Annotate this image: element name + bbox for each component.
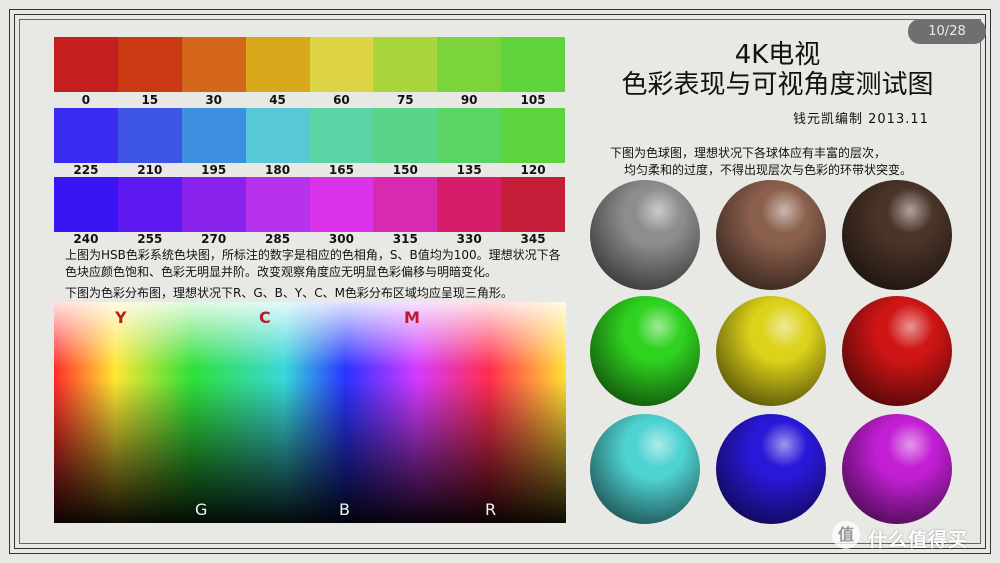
hue-labels-row-3: 240 255 270 285 300 315 330 345 xyxy=(54,232,565,246)
hue-labels-row-1: 0 15 30 45 60 75 90 105 xyxy=(54,93,565,107)
gradient-label-blue: B xyxy=(339,500,350,519)
sphere-brown xyxy=(716,180,826,290)
hue-swatch xyxy=(54,177,118,232)
hue-label: 90 xyxy=(460,93,478,107)
author-date: 钱元凯编制 2013.11 xyxy=(793,112,929,127)
hue-label: 15 xyxy=(141,93,159,107)
sphere-description-line: 下图为色球图，理想状况下各球体应有丰富的层次， xyxy=(610,146,887,160)
hue-swatch xyxy=(437,177,502,232)
hue-swatch xyxy=(245,108,310,163)
sphere-blue xyxy=(716,414,826,524)
gradient-label-magenta: M xyxy=(404,308,420,327)
hue-label: 345 xyxy=(520,232,546,246)
hue-swatch xyxy=(117,108,182,163)
hue-labels-row-2: 225 210 195 180 165 150 135 120 xyxy=(54,163,565,177)
hue-swatch xyxy=(181,177,246,232)
hue-label: 165 xyxy=(328,163,354,177)
hue-label: 135 xyxy=(456,163,482,177)
hue-swatch xyxy=(373,108,438,163)
hue-swatch xyxy=(181,37,246,92)
hue-label: 255 xyxy=(137,232,163,246)
hue-label: 210 xyxy=(137,163,163,177)
hue-swatch xyxy=(437,37,502,92)
hue-swatch xyxy=(437,108,502,163)
hue-swatch-row-2 xyxy=(54,108,565,163)
sphere-gray xyxy=(590,180,700,290)
hue-swatch xyxy=(54,108,118,163)
hue-swatch xyxy=(309,177,374,232)
hue-label: 240 xyxy=(73,232,99,246)
hue-swatch xyxy=(373,177,438,232)
hue-label: 60 xyxy=(333,93,350,107)
hue-swatch xyxy=(117,37,182,92)
hue-label: 315 xyxy=(392,232,418,246)
hue-label: 285 xyxy=(265,232,291,246)
watermark-text: 什么值得买 xyxy=(868,529,969,551)
hue-swatch xyxy=(309,37,374,92)
sphere-red xyxy=(842,296,952,406)
hue-swatch xyxy=(245,37,310,92)
hue-label: 270 xyxy=(201,232,227,246)
hue-swatch xyxy=(501,37,565,92)
sphere-dark-brown xyxy=(842,180,952,290)
hue-swatch xyxy=(501,177,565,232)
hue-label: 105 xyxy=(520,93,546,107)
title-line-2: 色彩表现与可视角度测试图 xyxy=(621,70,934,100)
gradient-description: 下图为色彩分布图，理想状况下R、G、B、Y、C、M色彩分布区域均应呈现三角形。 xyxy=(65,286,513,300)
sphere-magenta xyxy=(842,414,952,524)
hue-swatch xyxy=(181,108,246,163)
hue-label: 225 xyxy=(73,163,99,177)
gradient-label-red: R xyxy=(485,500,497,519)
sphere-yellow xyxy=(716,296,826,406)
hue-swatch xyxy=(309,108,374,163)
hue-label: 300 xyxy=(328,232,354,246)
hue-description: 上图为HSB色彩系统色块图，所标注的数字是相应的色相角，S、B值均为100。理想… xyxy=(65,248,561,279)
hue-swatch-row-3 xyxy=(54,177,565,232)
sphere-description: 下图为色球图，理想状况下各球体应有丰富的层次， 均匀柔和的过度，不得出现层次与色… xyxy=(610,145,980,179)
sphere-description-line: 均匀柔和的过度，不得出现层次与色彩的环带状突变。 xyxy=(624,163,913,177)
hue-label: 195 xyxy=(201,163,227,177)
hue-label: 30 xyxy=(205,93,223,107)
hue-label: 0 xyxy=(81,93,91,107)
hue-label: 330 xyxy=(456,232,482,246)
hue-swatch xyxy=(117,177,182,232)
gradient-label-yellow: Y xyxy=(115,308,127,327)
hue-swatch xyxy=(501,108,565,163)
hue-label: 75 xyxy=(396,93,414,107)
gradient-label-cyan: C xyxy=(259,308,271,327)
sphere-green xyxy=(590,296,700,406)
hue-swatch xyxy=(373,37,438,92)
sphere-cyan xyxy=(590,414,700,524)
hue-swatch-row-1 xyxy=(54,37,565,92)
gradient-label-green: G xyxy=(195,500,208,519)
hue-swatch xyxy=(54,37,118,92)
watermark-logo-icon: 值 xyxy=(832,521,860,549)
color-distribution-gradient xyxy=(54,302,566,523)
hue-label: 180 xyxy=(265,163,291,177)
hue-label: 150 xyxy=(392,163,418,177)
hue-label: 45 xyxy=(269,93,286,107)
hue-swatch xyxy=(245,177,310,232)
hue-label: 120 xyxy=(520,163,546,177)
